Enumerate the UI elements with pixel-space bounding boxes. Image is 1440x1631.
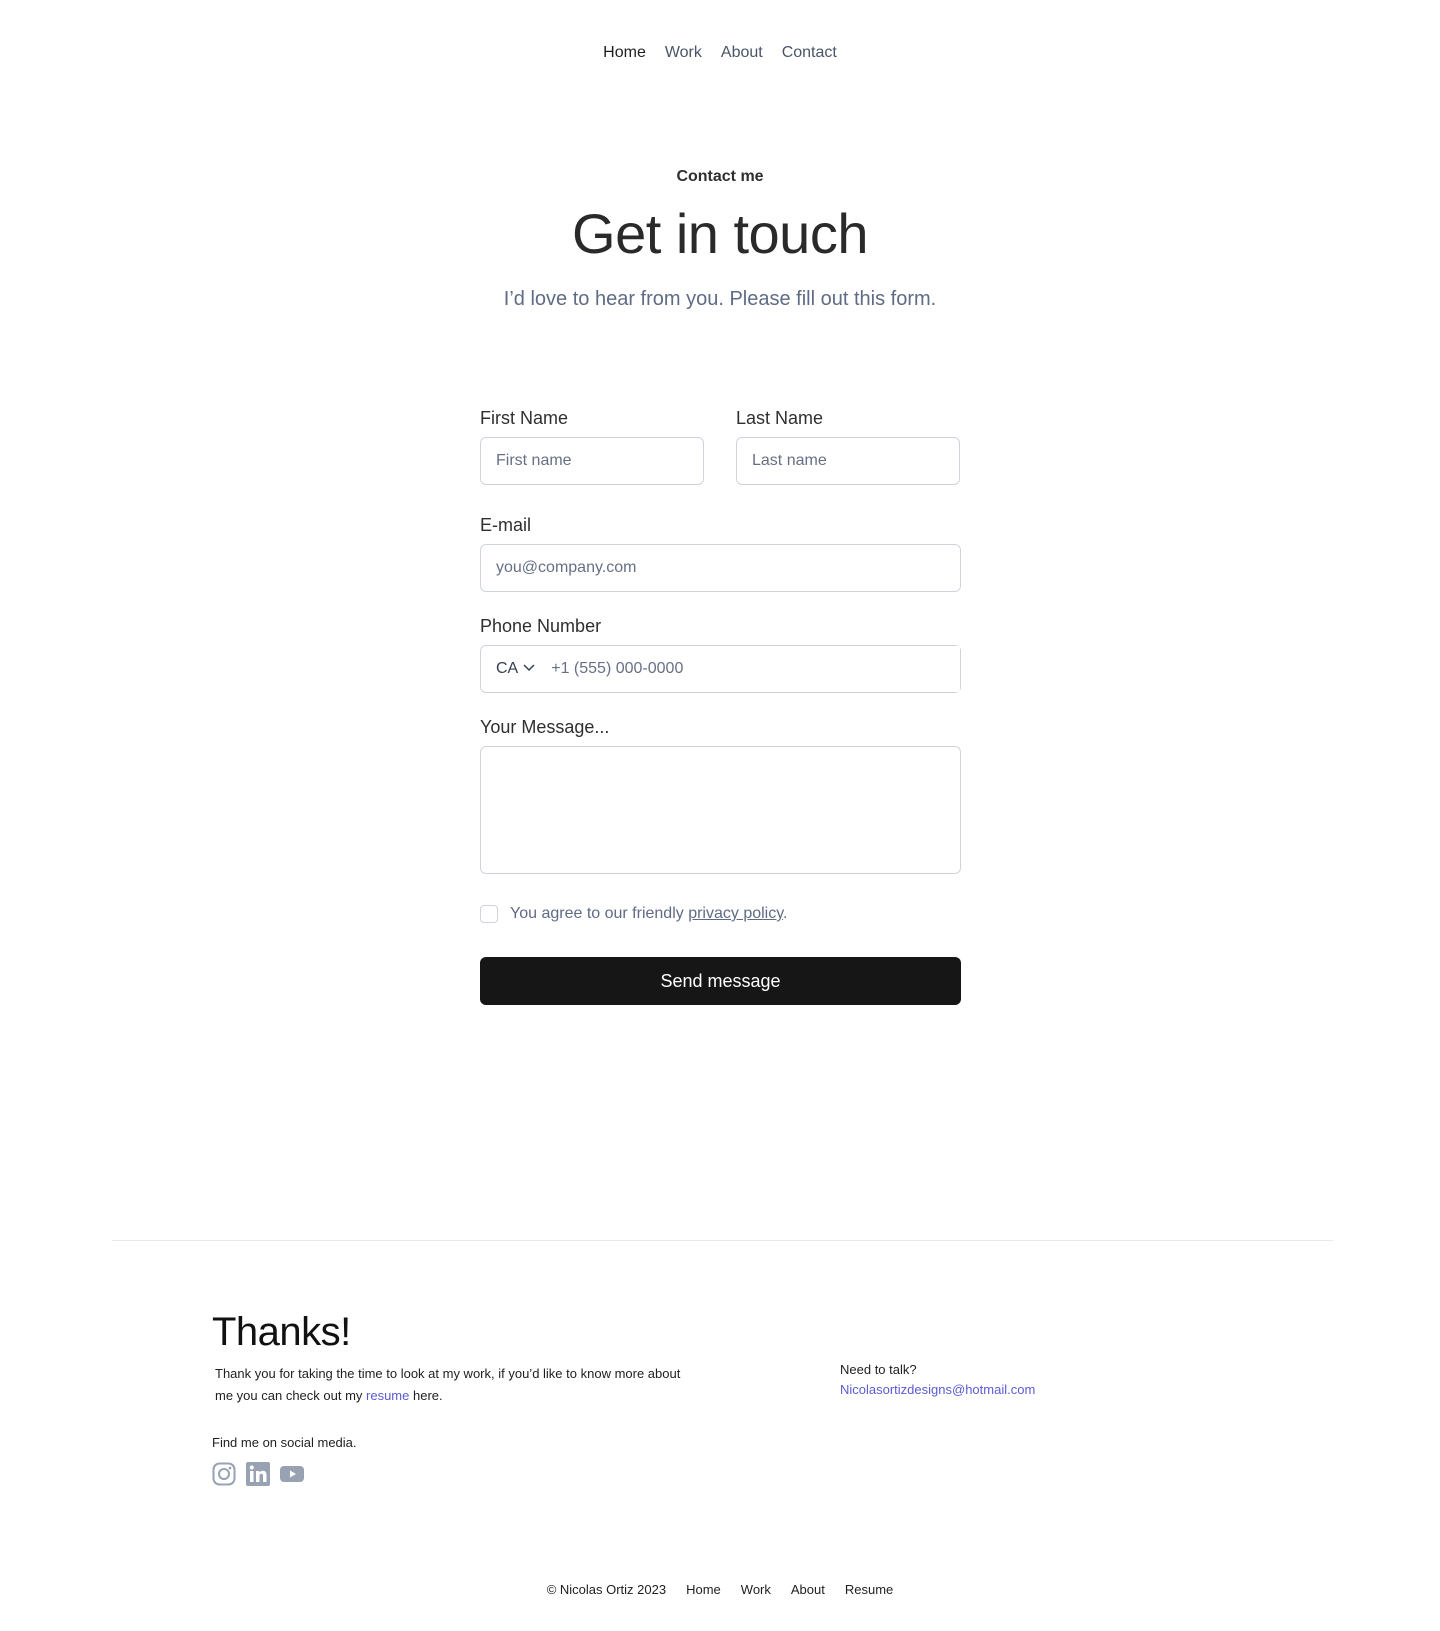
resume-link[interactable]: resume xyxy=(366,1388,409,1403)
hero-section: Contact me Get in touch I’d love to hear… xyxy=(0,168,1440,311)
linkedin-icon[interactable] xyxy=(246,1462,270,1486)
footer-divider xyxy=(112,1240,1333,1241)
page-subtitle: I’d love to hear from you. Please fill o… xyxy=(503,288,937,310)
first-name-group: First Name xyxy=(480,408,704,485)
copyright: © Nicolas Ortiz 2023 xyxy=(546,1582,667,1597)
nav-home[interactable]: Home xyxy=(603,44,646,62)
bottom-bar: © Nicolas Ortiz 2023 Home Work About Res… xyxy=(0,1582,1440,1597)
privacy-checkbox[interactable] xyxy=(480,905,498,923)
last-name-label: Last Name xyxy=(736,408,824,428)
footer-contact: Need to talk? Nicolasortizdesigns@hotmai… xyxy=(840,1360,1035,1400)
phone-input[interactable] xyxy=(536,646,960,692)
page-title: Get in touch xyxy=(572,202,868,265)
thanks-text-part-2: here. xyxy=(409,1388,443,1403)
section-eyebrow: Contact me xyxy=(676,168,764,185)
email-group: E-mail xyxy=(480,515,961,592)
agree-suffix: . xyxy=(783,905,788,922)
nav-contact[interactable]: Contact xyxy=(782,44,837,62)
thanks-text-part-1: Thank you for taking the time to look at… xyxy=(215,1366,681,1403)
first-name-input[interactable] xyxy=(480,437,704,485)
send-message-button[interactable]: Send message xyxy=(480,957,961,1005)
need-to-talk: Need to talk? xyxy=(840,1362,917,1377)
thanks-title: Thanks! xyxy=(212,1310,351,1354)
social-title: Find me on social media. xyxy=(212,1435,357,1450)
phone-group: Phone Number CA xyxy=(480,616,961,693)
contact-email-link[interactable]: Nicolasortizdesigns@hotmail.com xyxy=(840,1382,1035,1397)
footer-link-home[interactable]: Home xyxy=(686,1582,721,1597)
top-navigation: Home Work About Contact xyxy=(0,44,1440,62)
instagram-icon[interactable] xyxy=(212,1462,236,1486)
footer-link-work[interactable]: Work xyxy=(741,1582,771,1597)
first-name-label: First Name xyxy=(480,408,569,428)
privacy-agreement: You agree to our friendly privacy policy… xyxy=(480,905,961,923)
phone-field: CA xyxy=(480,645,961,693)
footer-link-about[interactable]: About xyxy=(791,1582,825,1597)
message-group: Your Message... xyxy=(480,717,961,879)
contact-form: First Name Last Name E-mail Phone Number… xyxy=(480,408,961,1005)
message-textarea[interactable] xyxy=(480,746,961,874)
message-label: Your Message... xyxy=(480,717,610,737)
email-label: E-mail xyxy=(480,515,532,535)
last-name-group: Last Name xyxy=(736,408,960,485)
privacy-policy-link[interactable]: privacy policy xyxy=(688,905,783,922)
chevron-down-icon xyxy=(522,660,536,679)
phone-label: Phone Number xyxy=(480,616,602,636)
footer-link-resume[interactable]: Resume xyxy=(845,1582,893,1597)
country-code: CA xyxy=(496,660,519,677)
social-links xyxy=(212,1462,692,1486)
agree-text: You agree to our friendly privacy policy… xyxy=(510,905,788,923)
nav-work[interactable]: Work xyxy=(665,44,702,62)
last-name-input[interactable] xyxy=(736,437,960,485)
youtube-icon[interactable] xyxy=(280,1462,304,1486)
country-select[interactable]: CA xyxy=(496,660,536,679)
email-input[interactable] xyxy=(480,544,961,592)
footer-thanks: Thanks! Thank you for taking the time to… xyxy=(212,1310,692,1486)
thanks-text: Thank you for taking the time to look at… xyxy=(215,1363,692,1407)
name-row: First Name Last Name xyxy=(480,408,961,485)
nav-about[interactable]: About xyxy=(721,44,763,62)
agree-prefix: You agree to our friendly xyxy=(510,905,689,922)
